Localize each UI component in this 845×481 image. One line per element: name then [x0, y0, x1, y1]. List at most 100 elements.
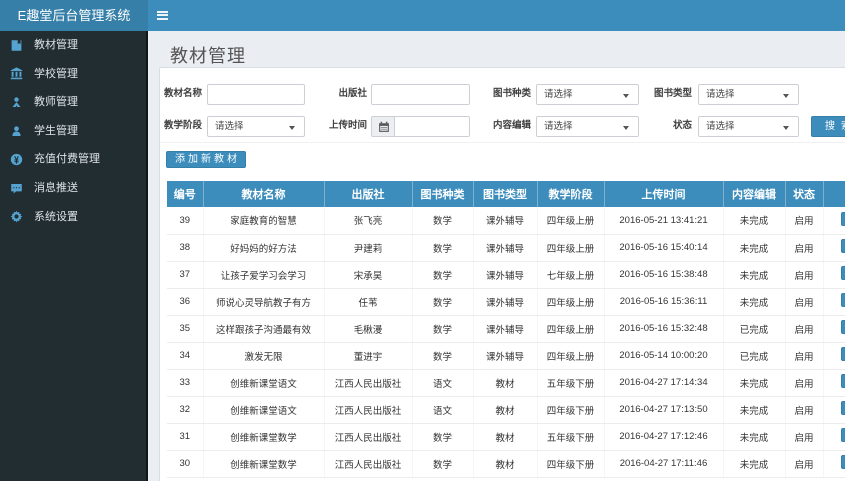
row-action-button[interactable]	[840, 239, 845, 253]
sidebar-item-1[interactable]: 教材管理	[0, 31, 146, 60]
table-cell: 张飞亮	[323, 207, 412, 235]
sidebar-item-7[interactable]: 系统设置	[0, 203, 146, 232]
table-cell-actions	[822, 261, 845, 289]
row-action-button[interactable]	[840, 320, 845, 334]
table-header-row: 编号 教材名称 出版社 图书种类 图书类型 教学阶段 上传时间 内容编辑 状态	[167, 181, 845, 207]
table-cell: 37	[167, 261, 203, 289]
table-row: 32 创维新课堂语文 江西人民出版社 语文 教材 四年级下册 2016-04-27 17:1…	[167, 396, 845, 424]
add-textbook-button[interactable]: 添加新教材	[166, 151, 246, 168]
table-row: 33 创维新课堂语文 江西人民出版社 语文 教材 五年级下册 2016-04-27 17:1…	[167, 369, 845, 397]
top-navbar: E趣堂后台管理系统	[0, 0, 845, 31]
table-row: 37 让孩子爱学习会学习 宋承昊 数学 课外辅导 七年级上册 2016-05-16 15:3…	[167, 261, 845, 289]
table-cell: 未完成	[722, 261, 785, 289]
table-cell-actions	[822, 288, 845, 316]
table-cell: 2016-05-14 10:00:20	[603, 342, 723, 370]
search-button[interactable]: 搜索	[811, 116, 845, 137]
main-content: 教材管理 搜索 教材名称出版社图书种类请选择图书类型请选择教学阶段请选择上传时间…	[150, 31, 845, 481]
table-cell: 家庭教育的智慧	[202, 207, 324, 235]
table-cell: 四年级上册	[536, 234, 604, 262]
row-action-button[interactable]	[840, 428, 845, 442]
row-action-button[interactable]	[840, 266, 845, 280]
table-cell: 五年级下册	[536, 423, 604, 451]
table-cell: 任苇	[323, 288, 412, 316]
filter-label: 图书类型	[653, 88, 692, 99]
table-cell: 江西人民出版社	[323, 423, 412, 451]
table-cell: 教材	[472, 396, 537, 424]
selected-value: 请选择	[706, 121, 735, 132]
table-cell: 这样跟孩子沟通最有效	[202, 315, 324, 343]
table-cell: 激发无限	[202, 342, 324, 370]
column-header: 教学阶段	[536, 181, 604, 207]
table-cell: 四年级上册	[536, 288, 604, 316]
hamburger-bar	[157, 14, 168, 17]
table-cell: 董进宇	[323, 342, 412, 370]
filter-select-状态[interactable]: 请选择	[698, 116, 799, 137]
table-cell: 启用	[784, 234, 823, 262]
row-action-button[interactable]	[840, 401, 845, 415]
table-cell: 启用	[784, 369, 823, 397]
sidebar-item-label: 充值付费管理	[34, 153, 100, 166]
table-cell: 四年级下册	[536, 396, 604, 424]
table-cell: 2016-04-27 17:11:46	[603, 450, 723, 478]
table-row: 30 创维新课堂数学 江西人民出版社 数学 教材 四年级下册 2016-04-27 17:1…	[167, 450, 845, 478]
sidebar-toggle-button[interactable]	[148, 0, 178, 31]
table-cell: 启用	[784, 342, 823, 370]
table-cell: 四年级上册	[536, 207, 604, 235]
column-header: 内容编辑	[722, 181, 785, 207]
row-action-button[interactable]	[840, 347, 845, 361]
gear-icon	[10, 210, 23, 223]
caret-down-icon	[783, 93, 789, 98]
table-cell: 创维新课堂数学	[202, 450, 324, 478]
teacher-icon	[10, 96, 23, 109]
column-header: 图书类型	[472, 181, 537, 207]
table-cell: 数学	[411, 261, 473, 289]
table-cell: 未完成	[722, 396, 785, 424]
row-action-button[interactable]	[840, 455, 845, 469]
page-title: 教材管理	[170, 46, 246, 66]
sidebar-item-label: 教师管理	[34, 96, 78, 109]
filter-select-图书类型[interactable]: 请选择	[698, 84, 799, 105]
sidebar-item-4[interactable]: 学生管理	[0, 117, 146, 146]
table-cell: 课外辅导	[472, 342, 537, 370]
table-cell: 34	[167, 342, 203, 370]
row-action-button[interactable]	[840, 374, 845, 388]
column-header: 状态	[784, 181, 823, 207]
table-cell: 数学	[411, 315, 473, 343]
table-cell: 35	[167, 315, 203, 343]
hamburger-bar	[157, 17, 168, 20]
sidebar-item-label: 消息推送	[34, 181, 78, 194]
table-cell: 2016-05-16 15:40:14	[603, 234, 723, 262]
row-action-button[interactable]	[840, 211, 845, 226]
table-cell: 39	[167, 207, 203, 235]
table-cell: 数学	[411, 234, 473, 262]
sidebar-item-5[interactable]: 充值付费管理	[0, 145, 146, 174]
table-cell: 启用	[784, 288, 823, 316]
table-cell: 创维新课堂语文	[202, 369, 324, 397]
table-cell: 2016-04-27 17:14:34	[603, 369, 723, 397]
table-cell: 教材	[472, 369, 537, 397]
table-cell: 四年级下册	[536, 450, 604, 478]
table-cell: 七年级上册	[536, 261, 604, 289]
table-cell: 江西人民出版社	[323, 369, 412, 397]
table-cell: 课外辅导	[472, 288, 537, 316]
column-header: 图书种类	[411, 181, 473, 207]
column-header: 上传时间	[603, 181, 723, 207]
table-head: 编号 教材名称 出版社 图书种类 图书类型 教学阶段 上传时间 内容编辑 状态	[167, 181, 845, 207]
table-cell: 师说心灵导航教子有方	[202, 288, 324, 316]
table-cell: 四年级上册	[536, 315, 604, 343]
app-logo[interactable]: E趣堂后台管理系统	[0, 0, 148, 31]
table-cell: 启用	[784, 261, 823, 289]
table-row: 31 创维新课堂数学 江西人民出版社 数学 教材 五年级下册 2016-04-27 17:1…	[167, 423, 845, 451]
sidebar: 教材管理 学校管理教师管理学生管理充值付费管理 消息推送系统设置	[0, 31, 148, 481]
sidebar-item-3[interactable]: 教师管理	[0, 88, 146, 117]
table-cell: 毛楸漫	[323, 315, 412, 343]
hamburger-icon	[157, 11, 168, 20]
table-cell: 数学	[411, 207, 473, 235]
table-cell: 启用	[784, 450, 823, 478]
comment-icon	[10, 182, 23, 195]
table-row: 34 激发无限 董进宇 数学 课外辅导 四年级上册 2016-05-14 10:00:20 已…	[167, 342, 845, 370]
row-action-button[interactable]	[840, 293, 845, 307]
sidebar-item-2[interactable]: 学校管理	[0, 60, 146, 89]
table-cell: 启用	[784, 207, 823, 235]
sidebar-item-6[interactable]: 消息推送	[0, 174, 146, 203]
